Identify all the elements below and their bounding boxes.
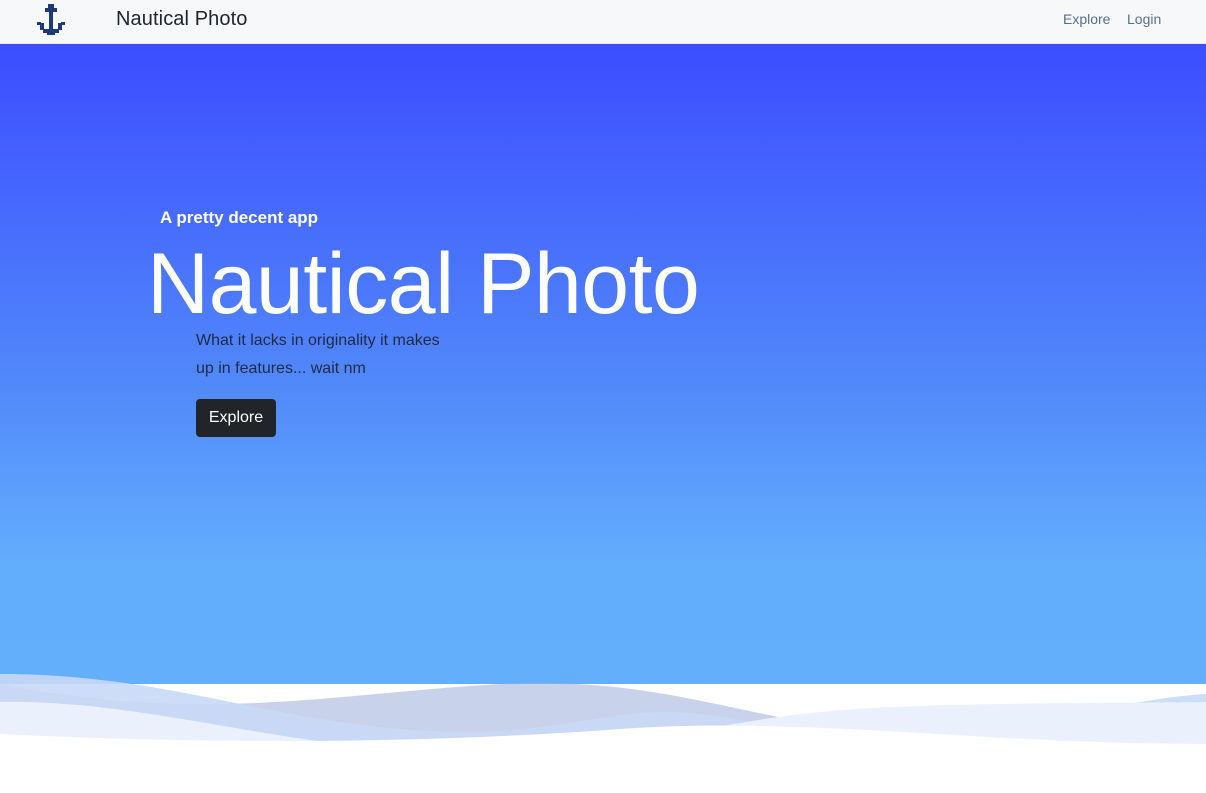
hero-description-line: What it lacks in originality it makes xyxy=(196,332,440,349)
hero-description: What it lacks in originality it makes up… xyxy=(196,327,456,383)
hero-section: A pretty decent app Nautical Photo What … xyxy=(0,44,1206,793)
wave-decoration xyxy=(0,674,1206,793)
nav-login-link[interactable]: Login xyxy=(1127,11,1161,27)
navbar: Nautical Photo Explore Login xyxy=(0,0,1206,44)
hero-title: Nautical Photo xyxy=(147,236,700,332)
explore-button[interactable]: Explore xyxy=(196,399,276,437)
hero-description-line: up in features... wait nm xyxy=(196,360,366,377)
brand-link[interactable]: Nautical Photo xyxy=(116,8,247,31)
nav-explore-link[interactable]: Explore xyxy=(1063,11,1110,27)
anchor-icon[interactable] xyxy=(36,3,66,37)
hero-tagline: A pretty decent app xyxy=(160,208,319,227)
